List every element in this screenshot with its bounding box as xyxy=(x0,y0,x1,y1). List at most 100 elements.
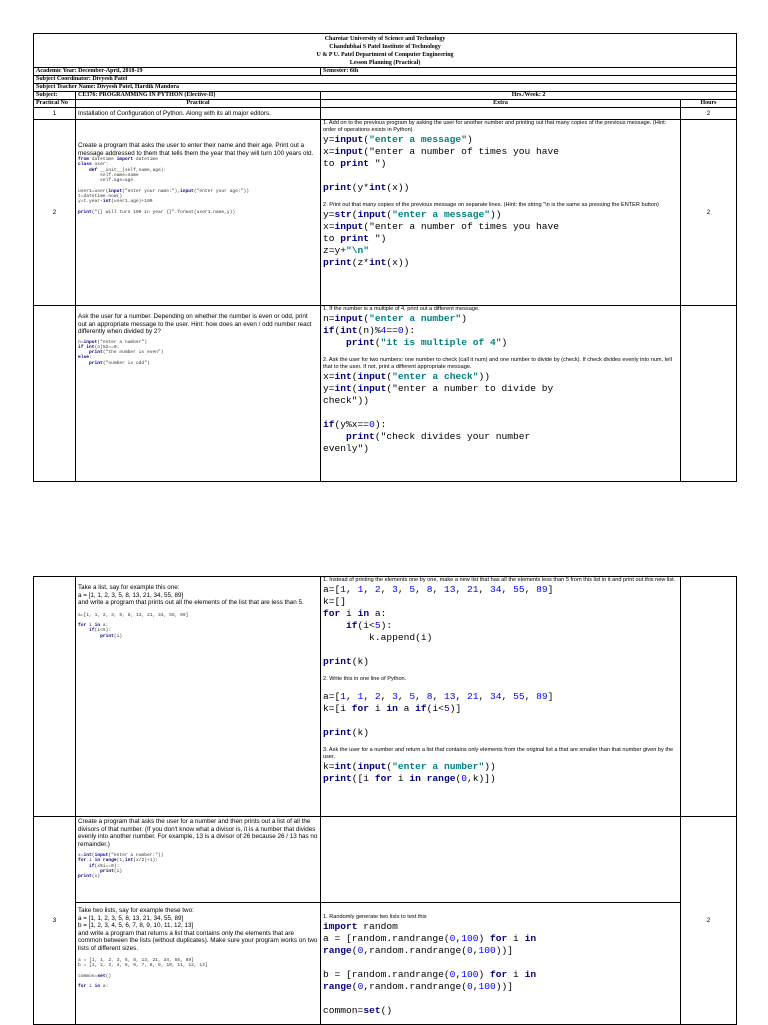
code-line: range(0,random.randrange(0,100))] xyxy=(323,945,514,956)
practical-hours: 2 xyxy=(679,119,738,306)
col-extra: Extra xyxy=(320,99,681,108)
practical-hours: 2 xyxy=(679,107,738,120)
semester: Semester: 6th xyxy=(319,67,738,76)
code-line: print([i for i in range(0,k)]) xyxy=(323,773,496,784)
code-line: print(z*int(x)) xyxy=(323,257,410,268)
practical-cell: Ask the user for a number. Depending on … xyxy=(75,305,321,482)
code-line: print("check divides your number xyxy=(346,431,531,442)
practical-description: Installation of Configuration of Python.… xyxy=(75,107,321,120)
extra-3-description: 3. Ask the user for a number and return … xyxy=(323,747,674,760)
extra-1-description: 1. Randomly generate two lists to test t… xyxy=(323,914,427,920)
extra-cell: 1. Instead of printing the elements one … xyxy=(320,576,681,817)
extra-1-code: a=[1, 1, 2, 3, 5, 8, 13, 21, 34, 55, 89]… xyxy=(323,584,678,668)
code-line: y=input("enter a message") xyxy=(323,134,473,145)
practical-hours xyxy=(679,305,738,482)
code-line: k=[i for i in a if(i<5)] xyxy=(323,703,462,714)
extra-2-code: x=int(input("enter a check")) y=int(input… xyxy=(323,371,678,455)
extra-1-code: import random a = [random.randrange(0,100… xyxy=(323,921,678,1017)
code-line: if(i<5): xyxy=(346,620,393,631)
practical-cell: Create a program that asks the user to e… xyxy=(75,119,321,306)
table-row: 2 Create a program that asks the user to… xyxy=(33,119,738,306)
extra-1-code: y=input("enter a message") x=input("enter… xyxy=(323,134,678,194)
code-line: y=int(input("enter a number to divide by xyxy=(323,383,554,394)
code-line: import random xyxy=(323,921,398,932)
practical-description: Take a list, say for example this one: a… xyxy=(78,584,304,606)
university-name: Charotar University of Science and Techn… xyxy=(324,36,446,42)
code-line: print("number is odd") xyxy=(89,360,150,366)
extra-cell: 1. If the number is a multiple of 4, pri… xyxy=(320,305,681,482)
code-line: b = [random.randrange(0,100) for i in xyxy=(323,969,537,980)
practical-description: Take two lists, say for example these tw… xyxy=(78,907,318,952)
extra-1-description: 1. Instead of printing the elements one … xyxy=(323,577,676,584)
practical-number: 2 xyxy=(33,119,76,306)
extra-1-code: n=input("enter a number") if(int(n)%4==0)… xyxy=(323,313,678,349)
code-line: a=[1, 1, 2, 3, 5, 8, 13, 21, 34, 55, 89] xyxy=(323,691,554,702)
practical-hours xyxy=(680,576,737,817)
code-line: print(x) xyxy=(78,874,101,880)
col-practical: Practical xyxy=(75,99,321,108)
code-line: to print ") xyxy=(323,158,387,169)
subject-label: Subject: xyxy=(33,91,76,100)
practical-number: 3 xyxy=(33,816,76,1025)
document-page-2: Take a list, say for example this one: a… xyxy=(33,576,737,1025)
table-row: 3 Create a program that asks the user fo… xyxy=(33,816,737,1025)
practical-code: a = [1, 1, 2, 3, 5, 8, 13, 21, 34, 55, 8… xyxy=(78,958,318,990)
practical-code: n=input("enter a number") if int(n)%2==0:… xyxy=(78,340,318,366)
lesson-plan-table-page-2: Take a list, say for example this one: a… xyxy=(33,576,737,1025)
code-line: check")) xyxy=(323,395,370,406)
code-line: to print ") xyxy=(323,233,387,244)
column-header-row: Practical No Practical Extra Hours xyxy=(33,99,738,108)
code-line: n=input("enter a number") xyxy=(323,313,467,324)
table-row: Take two lists, say for example these tw… xyxy=(34,902,737,1025)
code-line: print(i) xyxy=(100,633,123,639)
code-line: a = [random.randrange(0,100) for i in xyxy=(323,933,537,944)
extra-2-description: 2. Ask the user for two numbers: one num… xyxy=(323,357,672,370)
extra-3-code: k=int(input("enter a number")) print([i f… xyxy=(323,761,678,785)
subject-coordinator: Subject Coordinator: Divyesh Patel xyxy=(32,75,738,84)
code-line: print(k) xyxy=(323,727,370,738)
table-row: Take a list, say for example this one: a… xyxy=(33,576,737,817)
practical-description: Create a program that asks the user to e… xyxy=(78,142,314,157)
code-line: z=y+"\n" xyxy=(323,245,370,256)
practical-cell: Take a list, say for example this one: a… xyxy=(75,576,321,817)
extra-2-description: 2. Print out that many copies of the pre… xyxy=(323,202,659,208)
code-line: print(k) xyxy=(323,656,370,667)
code-line: x=int(input("enter a check")) xyxy=(323,371,490,382)
practical-number: 1 xyxy=(33,107,76,120)
institute-name: Chandubhai S Patel Institute of Technolo… xyxy=(329,44,441,50)
extra-cell xyxy=(320,816,681,903)
code-line: for i in a: xyxy=(323,608,387,619)
code-line: common=set() xyxy=(323,1005,393,1016)
code-line: if(y%x==0): xyxy=(323,419,387,430)
practical-description: Create a program that asks the user for … xyxy=(78,818,318,848)
extra-2-code: y=str(input("enter a message")) x=input("… xyxy=(323,209,678,269)
lesson-plan-table-page-1: Charotar University of Science and Techn… xyxy=(32,33,738,482)
code-line: k.append(i) xyxy=(323,632,433,643)
code-line: if(int(n)%4==0): xyxy=(323,325,416,336)
code-line: print("it is multiple of 4") xyxy=(346,337,508,348)
practical-description: Ask the user for a number. Depending on … xyxy=(78,313,312,335)
code-line: k=int(input("enter a number")) xyxy=(323,761,496,772)
extra-cell xyxy=(320,107,681,120)
code-line: a=[1, 1, 2, 3, 5, 8, 13, 21, 34, 55, 89] xyxy=(323,584,554,595)
title-block: Charotar University of Science and Techn… xyxy=(32,33,738,68)
extra-2-code: a=[1, 1, 2, 3, 5, 8, 13, 21, 34, 55, 89]… xyxy=(323,691,678,739)
practical-number xyxy=(33,576,76,817)
col-practical-no: Practical No xyxy=(33,99,76,108)
table-row: Ask the user for a number. Depending on … xyxy=(33,305,738,482)
extra-1-description: 1. Add on to the previous program by ask… xyxy=(323,120,667,134)
practical-hours: 2 xyxy=(680,816,737,1025)
col-hours: Hours xyxy=(679,99,738,108)
code-line: x=input("enter a number of times you hav… xyxy=(323,146,560,157)
code-line: y=str(input("enter a message")) xyxy=(323,209,502,220)
academic-year: Academic Year: December-April, 2018-19 xyxy=(33,67,321,76)
practical-code: from datetime import datetime class user:… xyxy=(78,157,318,215)
subject-name: CE376: PROGRAMMING IN PYTHON (Elective-I… xyxy=(75,91,321,100)
practical-cell: Take two lists, say for example these tw… xyxy=(75,902,321,1025)
department-name: U & P U. Patel Department of Computer En… xyxy=(316,52,454,58)
